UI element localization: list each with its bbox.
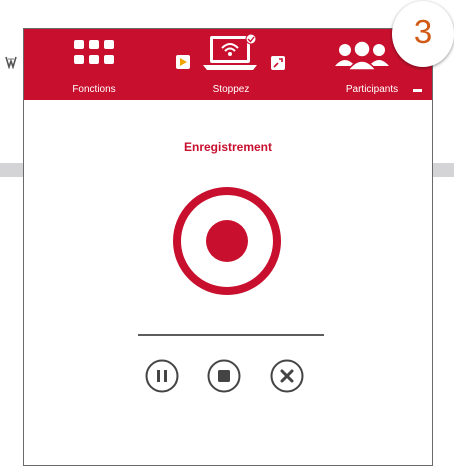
record-icon	[206, 220, 248, 262]
record-button[interactable]	[171, 185, 283, 297]
participants-label: Participants	[345, 84, 399, 95]
stop-label: Stoppez	[212, 84, 250, 95]
meeting-panel: Fonctions Stoppez Participants Enregistr…	[23, 28, 433, 466]
pause-icon	[157, 370, 167, 382]
notification-badge: 3	[392, 1, 454, 67]
cancel-button[interactable]	[270, 359, 304, 393]
pause-button[interactable]	[145, 359, 179, 393]
people-icon	[335, 40, 389, 71]
play-small-icon	[176, 55, 190, 69]
grid-icon	[74, 40, 114, 64]
functions-label: Fonctions	[72, 84, 116, 95]
recording-title: Enregistrement	[183, 140, 273, 154]
functions-button[interactable]: Fonctions	[44, 29, 144, 100]
background-strip-left	[0, 163, 24, 177]
top-toolbar: Fonctions Stoppez Participants	[24, 29, 432, 100]
app-logo-icon	[5, 56, 17, 69]
screen-share-icon	[271, 56, 285, 70]
stop-button[interactable]: Stoppez	[176, 29, 286, 100]
laptop-wifi-icon	[203, 34, 257, 70]
minimize-button[interactable]	[413, 89, 422, 92]
badge-count: 3	[413, 13, 433, 50]
stop-icon	[218, 370, 230, 382]
recording-progress-line	[138, 334, 324, 336]
close-icon	[280, 369, 294, 383]
stop-control-button[interactable]	[207, 359, 241, 393]
background-strip-right	[432, 163, 454, 177]
